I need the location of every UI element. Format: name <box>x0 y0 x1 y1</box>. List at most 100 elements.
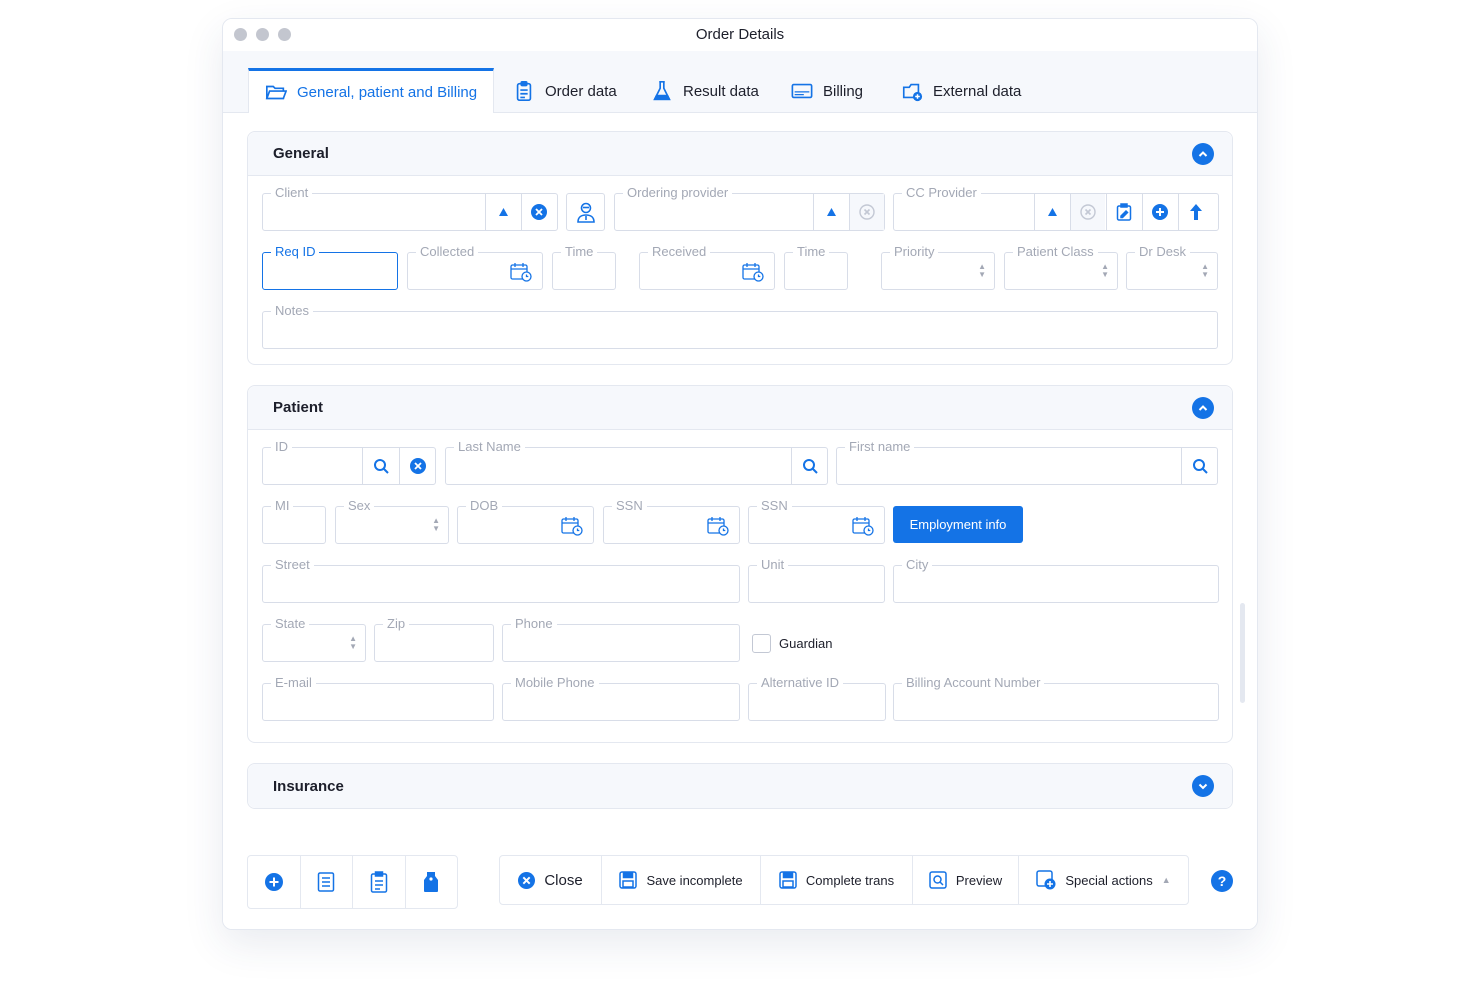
clear-circle-icon <box>531 204 547 220</box>
dr-desk-select[interactable]: Dr Desk ▲ ▼ <box>1126 244 1218 290</box>
ssn-label: SSN <box>757 498 792 514</box>
add-circle-icon <box>264 873 283 891</box>
select-arrows-icon: ▲ ▼ <box>1101 262 1109 279</box>
ordering-provider-clear-button[interactable] <box>849 194 884 230</box>
tab-result-data[interactable]: Result data <box>651 69 759 113</box>
special-actions-button[interactable]: Special actions ▲ <box>1019 856 1188 904</box>
section-title: Insurance <box>273 777 344 795</box>
unit-field[interactable]: Unit <box>748 557 885 603</box>
street-label: Street <box>271 557 314 573</box>
patient-id-clear-button[interactable] <box>399 448 435 484</box>
billing-account-number-field[interactable]: Billing Account Number <box>893 675 1219 721</box>
alternative-id-field[interactable]: Alternative ID <box>748 675 886 721</box>
save-icon <box>779 871 797 889</box>
cc-provider-add-button[interactable] <box>1142 194 1177 230</box>
expand-chevron-down-icon[interactable] <box>1192 775 1214 797</box>
mobile-phone-field[interactable]: Mobile Phone <box>502 675 740 721</box>
cc-provider-lookup-button[interactable] <box>1034 194 1069 230</box>
tab-external-data[interactable]: External data <box>901 69 1021 113</box>
priority-select[interactable]: Priority ▲ ▼ <box>881 244 995 290</box>
collected-date-field[interactable]: Collected <box>407 244 543 290</box>
complete-trans-label: Complete trans <box>805 872 895 888</box>
save-incomplete-button[interactable]: Save incomplete <box>602 856 761 904</box>
dob-field[interactable]: DOB <box>457 498 594 544</box>
patient-id-field[interactable]: ID <box>262 439 436 485</box>
state-select[interactable]: State ▲ ▼ <box>262 616 366 662</box>
cc-provider-list-button[interactable] <box>1106 194 1141 230</box>
cc-provider-field[interactable]: CC Provider <box>893 185 1219 231</box>
dr-desk-label: Dr Desk <box>1135 244 1190 260</box>
special-actions-icon <box>1036 870 1056 890</box>
select-arrows-icon: ▲ ▼ <box>978 262 986 279</box>
guardian-checkbox[interactable]: Guardian <box>752 634 832 653</box>
doctor-lookup-button[interactable] <box>566 193 605 231</box>
doctor-icon <box>576 202 595 223</box>
time-label: Time <box>793 244 830 260</box>
calendar-clock-icon[interactable] <box>510 262 532 287</box>
employment-info-button[interactable]: Employment info <box>893 506 1023 543</box>
general-section-header[interactable]: General <box>248 132 1232 176</box>
patient-section-header[interactable]: Patient <box>248 386 1232 430</box>
complete-trans-button[interactable]: Complete trans <box>761 856 913 904</box>
calendar-clock-icon[interactable] <box>742 262 764 287</box>
last-name-search-button[interactable] <box>791 448 827 484</box>
city-field[interactable]: City <box>893 557 1219 603</box>
zoom-window-dot[interactable] <box>278 28 291 41</box>
tab-order-data[interactable]: Order data <box>513 69 617 113</box>
triangle-up-icon <box>1047 208 1057 216</box>
street-field[interactable]: Street <box>262 557 740 603</box>
ssn-field-1[interactable]: SSN <box>603 498 740 544</box>
client-clear-button[interactable] <box>521 194 556 230</box>
tab-general-patient-billing[interactable]: General, patient and Billing <box>248 68 495 113</box>
received-date-field[interactable]: Received <box>639 244 775 290</box>
cc-provider-label: CC Provider <box>902 185 981 201</box>
billing-account-number-label: Billing Account Number <box>902 675 1045 691</box>
vertical-scrollbar[interactable] <box>1240 603 1245 703</box>
collapse-chevron-up-icon[interactable] <box>1192 143 1214 165</box>
last-name-field[interactable]: Last Name <box>445 439 828 485</box>
minimize-window-dot[interactable] <box>256 28 269 41</box>
client-lookup-button[interactable] <box>485 194 520 230</box>
ordering-provider-field[interactable]: Ordering provider <box>614 185 885 231</box>
patient-class-select[interactable]: Patient Class ▲ ▼ <box>1004 244 1118 290</box>
calendar-clock-icon[interactable] <box>852 516 874 541</box>
clear-circle-icon <box>859 204 875 220</box>
insurance-section-header[interactable]: Insurance <box>248 764 1232 808</box>
calendar-clock-icon[interactable] <box>707 516 729 541</box>
client-field[interactable]: Client <box>262 185 558 231</box>
add-button[interactable] <box>248 856 301 908</box>
collapse-chevron-up-icon[interactable] <box>1192 397 1214 419</box>
phone-field[interactable]: Phone <box>502 616 740 662</box>
cloud-folder-icon <box>902 83 923 102</box>
clipboard-button[interactable] <box>353 856 406 908</box>
close-window-dot[interactable] <box>234 28 247 41</box>
document-button[interactable] <box>301 856 353 908</box>
alternative-id-label: Alternative ID <box>757 675 844 691</box>
cc-provider-upload-button[interactable] <box>1178 194 1213 230</box>
email-field[interactable]: E-mail <box>262 675 494 721</box>
help-button[interactable]: ? <box>1211 870 1233 892</box>
last-name-label: Last Name <box>454 439 525 455</box>
preview-label: Preview <box>955 872 1003 888</box>
close-button[interactable]: Close <box>500 856 602 904</box>
ordering-provider-lookup-button[interactable] <box>813 194 848 230</box>
tab-billing[interactable]: Billing <box>791 69 863 113</box>
collected-time-field[interactable]: Time <box>552 244 616 290</box>
calendar-clock-icon[interactable] <box>561 516 583 541</box>
ssn-field-2[interactable]: SSN <box>748 498 885 544</box>
received-time-field[interactable]: Time <box>784 244 848 290</box>
patient-id-search-button[interactable] <box>362 448 399 484</box>
notes-field[interactable]: Notes <box>262 303 1218 349</box>
first-name-search-button[interactable] <box>1181 448 1217 484</box>
guardian-label: Guardian <box>779 636 833 651</box>
mi-field[interactable]: MI <box>262 498 326 544</box>
first-name-field[interactable]: First name <box>836 439 1218 485</box>
preview-button[interactable]: Preview <box>913 856 1019 904</box>
req-id-field[interactable]: Req ID <box>262 244 398 290</box>
sex-select[interactable]: Sex ▲ ▼ <box>335 498 449 544</box>
zip-field[interactable]: Zip <box>374 616 494 662</box>
ordering-provider-label: Ordering provider <box>623 185 733 201</box>
cc-provider-clear-button[interactable] <box>1070 194 1105 230</box>
checkbox-box[interactable] <box>752 634 771 653</box>
tag-button[interactable] <box>406 856 458 908</box>
